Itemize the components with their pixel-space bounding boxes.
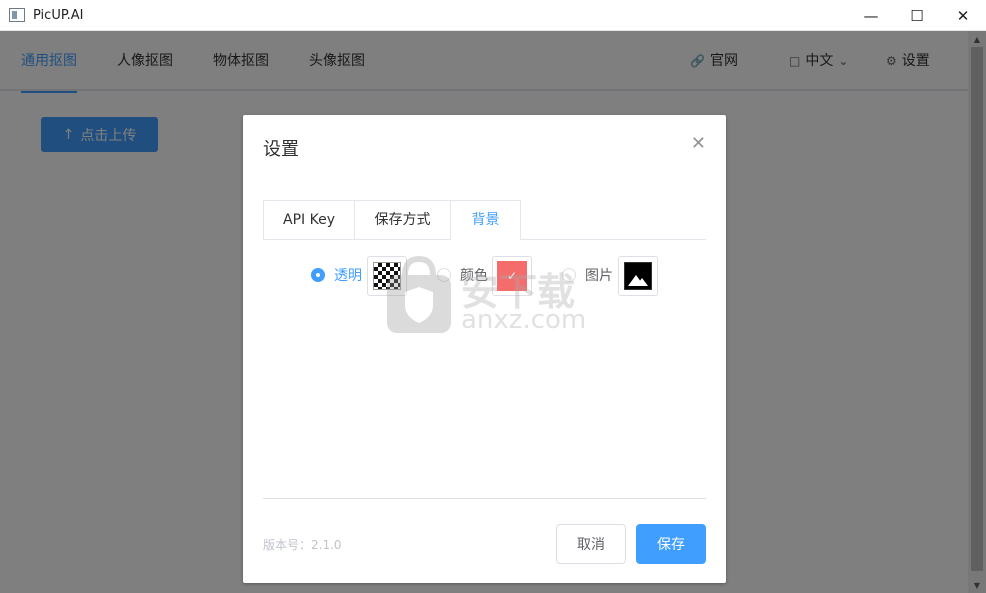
dialog-divider — [263, 498, 706, 499]
window-titlebar: PicUP.AI — ☐ ✕ — [0, 0, 986, 31]
background-options: 透明 颜色 ✓ 图片 — [243, 256, 726, 296]
window-controls: — ☐ ✕ — [848, 0, 986, 31]
maximize-icon[interactable]: ☐ — [894, 0, 940, 31]
option-transparent-label[interactable]: 透明 — [334, 265, 362, 285]
color-picker-icon: ✓ — [497, 261, 527, 291]
close-icon[interactable]: ✕ — [691, 133, 706, 154]
save-button[interactable]: 保存 — [636, 524, 706, 564]
settings-tabs: API Key 保存方式 背景 — [263, 200, 706, 241]
settings-dialog: 设置 ✕ API Key 保存方式 背景 透明 颜色 ✓ 图片 版本号：2.1.… — [243, 115, 726, 583]
option-color-label[interactable]: 颜色 — [460, 265, 488, 285]
tab-background[interactable]: 背景 — [450, 200, 521, 241]
radio-color[interactable] — [437, 268, 451, 282]
close-icon[interactable]: ✕ — [940, 0, 986, 31]
color-swatch[interactable]: ✓ — [492, 256, 532, 296]
transparent-swatch[interactable] — [367, 256, 407, 296]
tab-save-method[interactable]: 保存方式 — [354, 200, 451, 240]
checkerboard-icon — [373, 262, 401, 290]
version-label: 版本号：2.1.0 — [263, 538, 342, 552]
option-image-label[interactable]: 图片 — [585, 265, 613, 285]
radio-image[interactable] — [562, 268, 576, 282]
radio-transparent[interactable] — [311, 268, 325, 282]
window-title: PicUP.AI — [33, 7, 84, 23]
tab-api-key[interactable]: API Key — [263, 200, 355, 240]
minimize-icon[interactable]: — — [848, 0, 894, 31]
image-icon — [624, 262, 652, 290]
image-swatch[interactable] — [618, 256, 658, 296]
cancel-button[interactable]: 取消 — [556, 524, 626, 564]
dialog-title: 设置 — [263, 139, 299, 160]
app-icon — [9, 8, 25, 22]
